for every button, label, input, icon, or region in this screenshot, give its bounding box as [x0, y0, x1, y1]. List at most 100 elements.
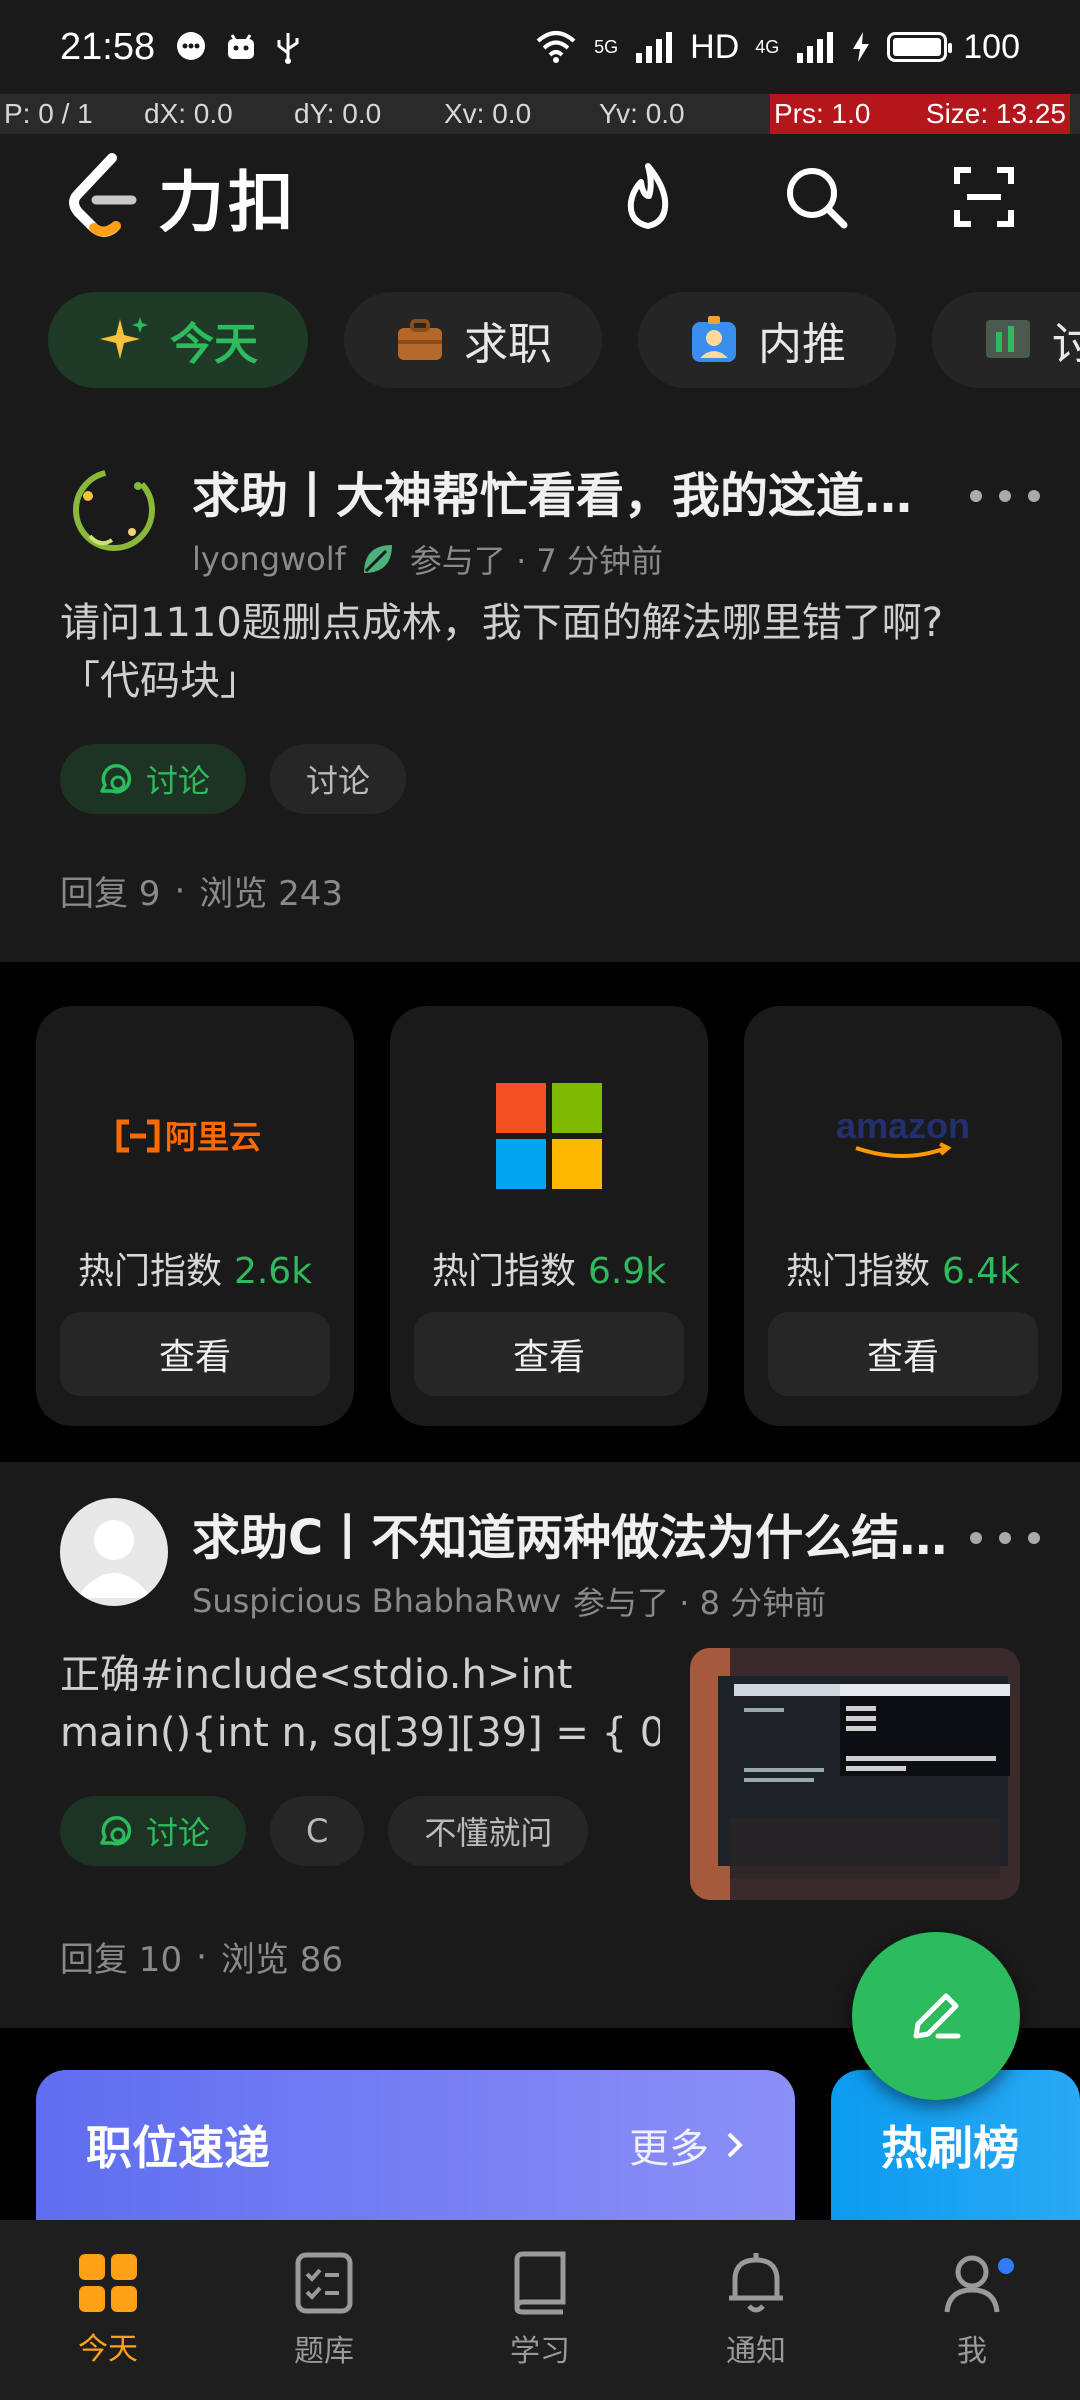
tab-label: 讨 [1052, 319, 1080, 370]
author-name[interactable]: Suspicious BhabhaRwv [192, 1582, 561, 1620]
more-options-button[interactable] [970, 1518, 1040, 1558]
stats-separator: · [196, 1936, 207, 1977]
nav-today[interactable]: 今天 [0, 2220, 216, 2400]
sparkle-icon [100, 317, 148, 359]
battery-icon [887, 32, 953, 62]
nav-label: 通知 [726, 2334, 786, 2369]
charging-icon [853, 32, 870, 62]
compose-button[interactable] [852, 1932, 1020, 2100]
hot-index: 热门指数 2.6k [36, 1242, 354, 1294]
tag-discussion[interactable]: 讨论 [60, 1796, 247, 1866]
debug-xv: Xv: 0.0 [444, 98, 532, 129]
app-header: 力扣 [0, 134, 1080, 260]
nav-label: 我 [957, 2334, 987, 2369]
post-stats: 回复 10 · 浏览 86 [60, 1932, 343, 1981]
bell-icon [729, 2253, 783, 2313]
tab-today[interactable]: 今天 [48, 292, 308, 388]
battery-level: 100 [963, 27, 1020, 66]
nav-problems[interactable]: 题库 [216, 2220, 432, 2400]
tag-topic[interactable]: 讨论 [270, 744, 407, 814]
nav-label: 学习 [510, 2334, 570, 2369]
debug-pressure: Prs: 1.0 [770, 94, 915, 134]
post-excerpt-line: 请问1110题删点成林，我下面的解法哪里错了啊? [60, 600, 944, 646]
company-card[interactable]: 热门指数 6.9k 查看 [390, 1006, 708, 1426]
hot-index-label: 热门指数 [77, 1251, 222, 1292]
microsoft-logo [390, 1076, 708, 1196]
app-title: 力扣 [158, 164, 298, 241]
post-thumbnail[interactable] [690, 1648, 1020, 1900]
more-options-button[interactable] [970, 476, 1040, 516]
author-name[interactable]: lyongwolf [192, 540, 346, 578]
more-link[interactable]: 更多 [629, 2116, 745, 2174]
pencil-icon [913, 1993, 961, 2039]
hd-label: HD [690, 27, 740, 66]
leetcode-logo[interactable]: 力扣 [60, 149, 298, 245]
post-meta-time: 参与了 · 7 分钟前 [409, 542, 663, 580]
debug-dx: dX: 0.0 [144, 98, 233, 129]
chat-icon [100, 764, 132, 794]
post-title[interactable]: 求助丨大神帮忙看看，我的这道题... [192, 456, 952, 526]
tab-label: 今天 [170, 319, 258, 370]
person-icon [944, 2255, 1000, 2313]
pointer-debug-bar: P: 0 / 1 dX: 0.0 dY: 0.0 Xv: 0.0 Yv: 0.0… [0, 94, 1080, 134]
search-icon[interactable] [780, 161, 852, 233]
debug-pointer: P: 0 / 1 [4, 98, 93, 129]
tag-label: 不懂就问 [424, 1814, 553, 1852]
post-card[interactable]: 求助丨大神帮忙看看，我的这道题... lyongwolf 参与了 · 7 分钟前… [0, 420, 1080, 962]
view-button[interactable]: 查看 [60, 1312, 330, 1396]
chat-icon [100, 1816, 132, 1846]
post-excerpt[interactable]: 正确#include<stdio.h>int main(){int n, sq[… [60, 1646, 660, 1762]
tab-label: 内推 [758, 319, 846, 370]
tag-label: 讨论 [146, 762, 211, 800]
hot-index-label: 热门指数 [785, 1251, 930, 1292]
bottom-navigation: 今天 题库 学习 通知 我 [0, 2220, 1080, 2400]
view-button[interactable]: 查看 [768, 1312, 1038, 1396]
status-time: 21:58 [60, 25, 156, 68]
hot-index-value: 6.4k [941, 1251, 1021, 1292]
briefcase-icon [398, 319, 442, 360]
avatar[interactable] [60, 1498, 168, 1606]
book-icon [514, 2251, 566, 2315]
post-excerpt[interactable]: 请问1110题删点成林，我下面的解法哪里错了啊? 「代码块」 [60, 594, 943, 710]
post-stats: 回复 9 · 浏览 243 [60, 866, 343, 915]
category-tabs: 今天 求职 内推 讨 [0, 260, 1080, 420]
post-excerpt-line: main(){int n, sq[39][39] = { 0 ... [60, 1710, 660, 1756]
message-icon [177, 32, 206, 60]
job-feed-card[interactable]: 职位速递 更多 [36, 2070, 796, 2220]
network-type: 5G [594, 36, 619, 57]
post-excerpt-line: 正确#include<stdio.h>int [60, 1652, 573, 1698]
signal-icon-2 [797, 32, 834, 63]
chevron-right-icon [727, 2132, 743, 2158]
usb-icon [277, 33, 299, 64]
company-card[interactable]: 阿里云 热门指数 2.6k 查看 [36, 1006, 354, 1426]
tab-referral[interactable]: 内推 [638, 292, 896, 388]
stats-separator: · [174, 870, 186, 911]
company-card[interactable]: amazon 热门指数 6.4k 查看 [744, 1006, 1062, 1426]
nav-profile[interactable]: 我 [864, 2220, 1080, 2400]
checklist-icon [295, 2252, 353, 2314]
tab-label: 求职 [464, 319, 552, 370]
company-name: 阿里云 [165, 1118, 261, 1156]
view-count: 浏览 243 [199, 874, 343, 914]
tag-discussion[interactable]: 讨论 [60, 744, 247, 814]
post-excerpt-line: 「代码块」 [60, 658, 260, 704]
tab-jobs[interactable]: 求职 [344, 292, 602, 388]
aliyun-logo: 阿里云 [36, 1076, 354, 1196]
tag-topic[interactable]: 不懂就问 [388, 1796, 589, 1866]
nav-learn[interactable]: 学习 [432, 2220, 648, 2400]
nav-notifications[interactable]: 通知 [648, 2220, 864, 2400]
view-button[interactable]: 查看 [414, 1312, 684, 1396]
hot-icon[interactable] [612, 161, 684, 233]
tag-label: 讨论 [146, 1814, 211, 1852]
post-title[interactable]: 求助C丨不知道两种做法为什么结果不同 [192, 1498, 952, 1568]
nav-label: 今天 [78, 2332, 138, 2367]
reply-count: 回复 10 [60, 1940, 183, 1980]
badge-icon [692, 316, 736, 362]
more-label: 更多 [629, 2126, 710, 2172]
tab-discuss[interactable]: 讨 [932, 292, 1080, 388]
scan-icon[interactable] [948, 161, 1020, 233]
notification-dot [998, 2258, 1014, 2274]
tag-language[interactable]: C [270, 1796, 365, 1866]
avatar[interactable] [60, 456, 168, 564]
hot-index-label: 热门指数 [431, 1251, 576, 1292]
